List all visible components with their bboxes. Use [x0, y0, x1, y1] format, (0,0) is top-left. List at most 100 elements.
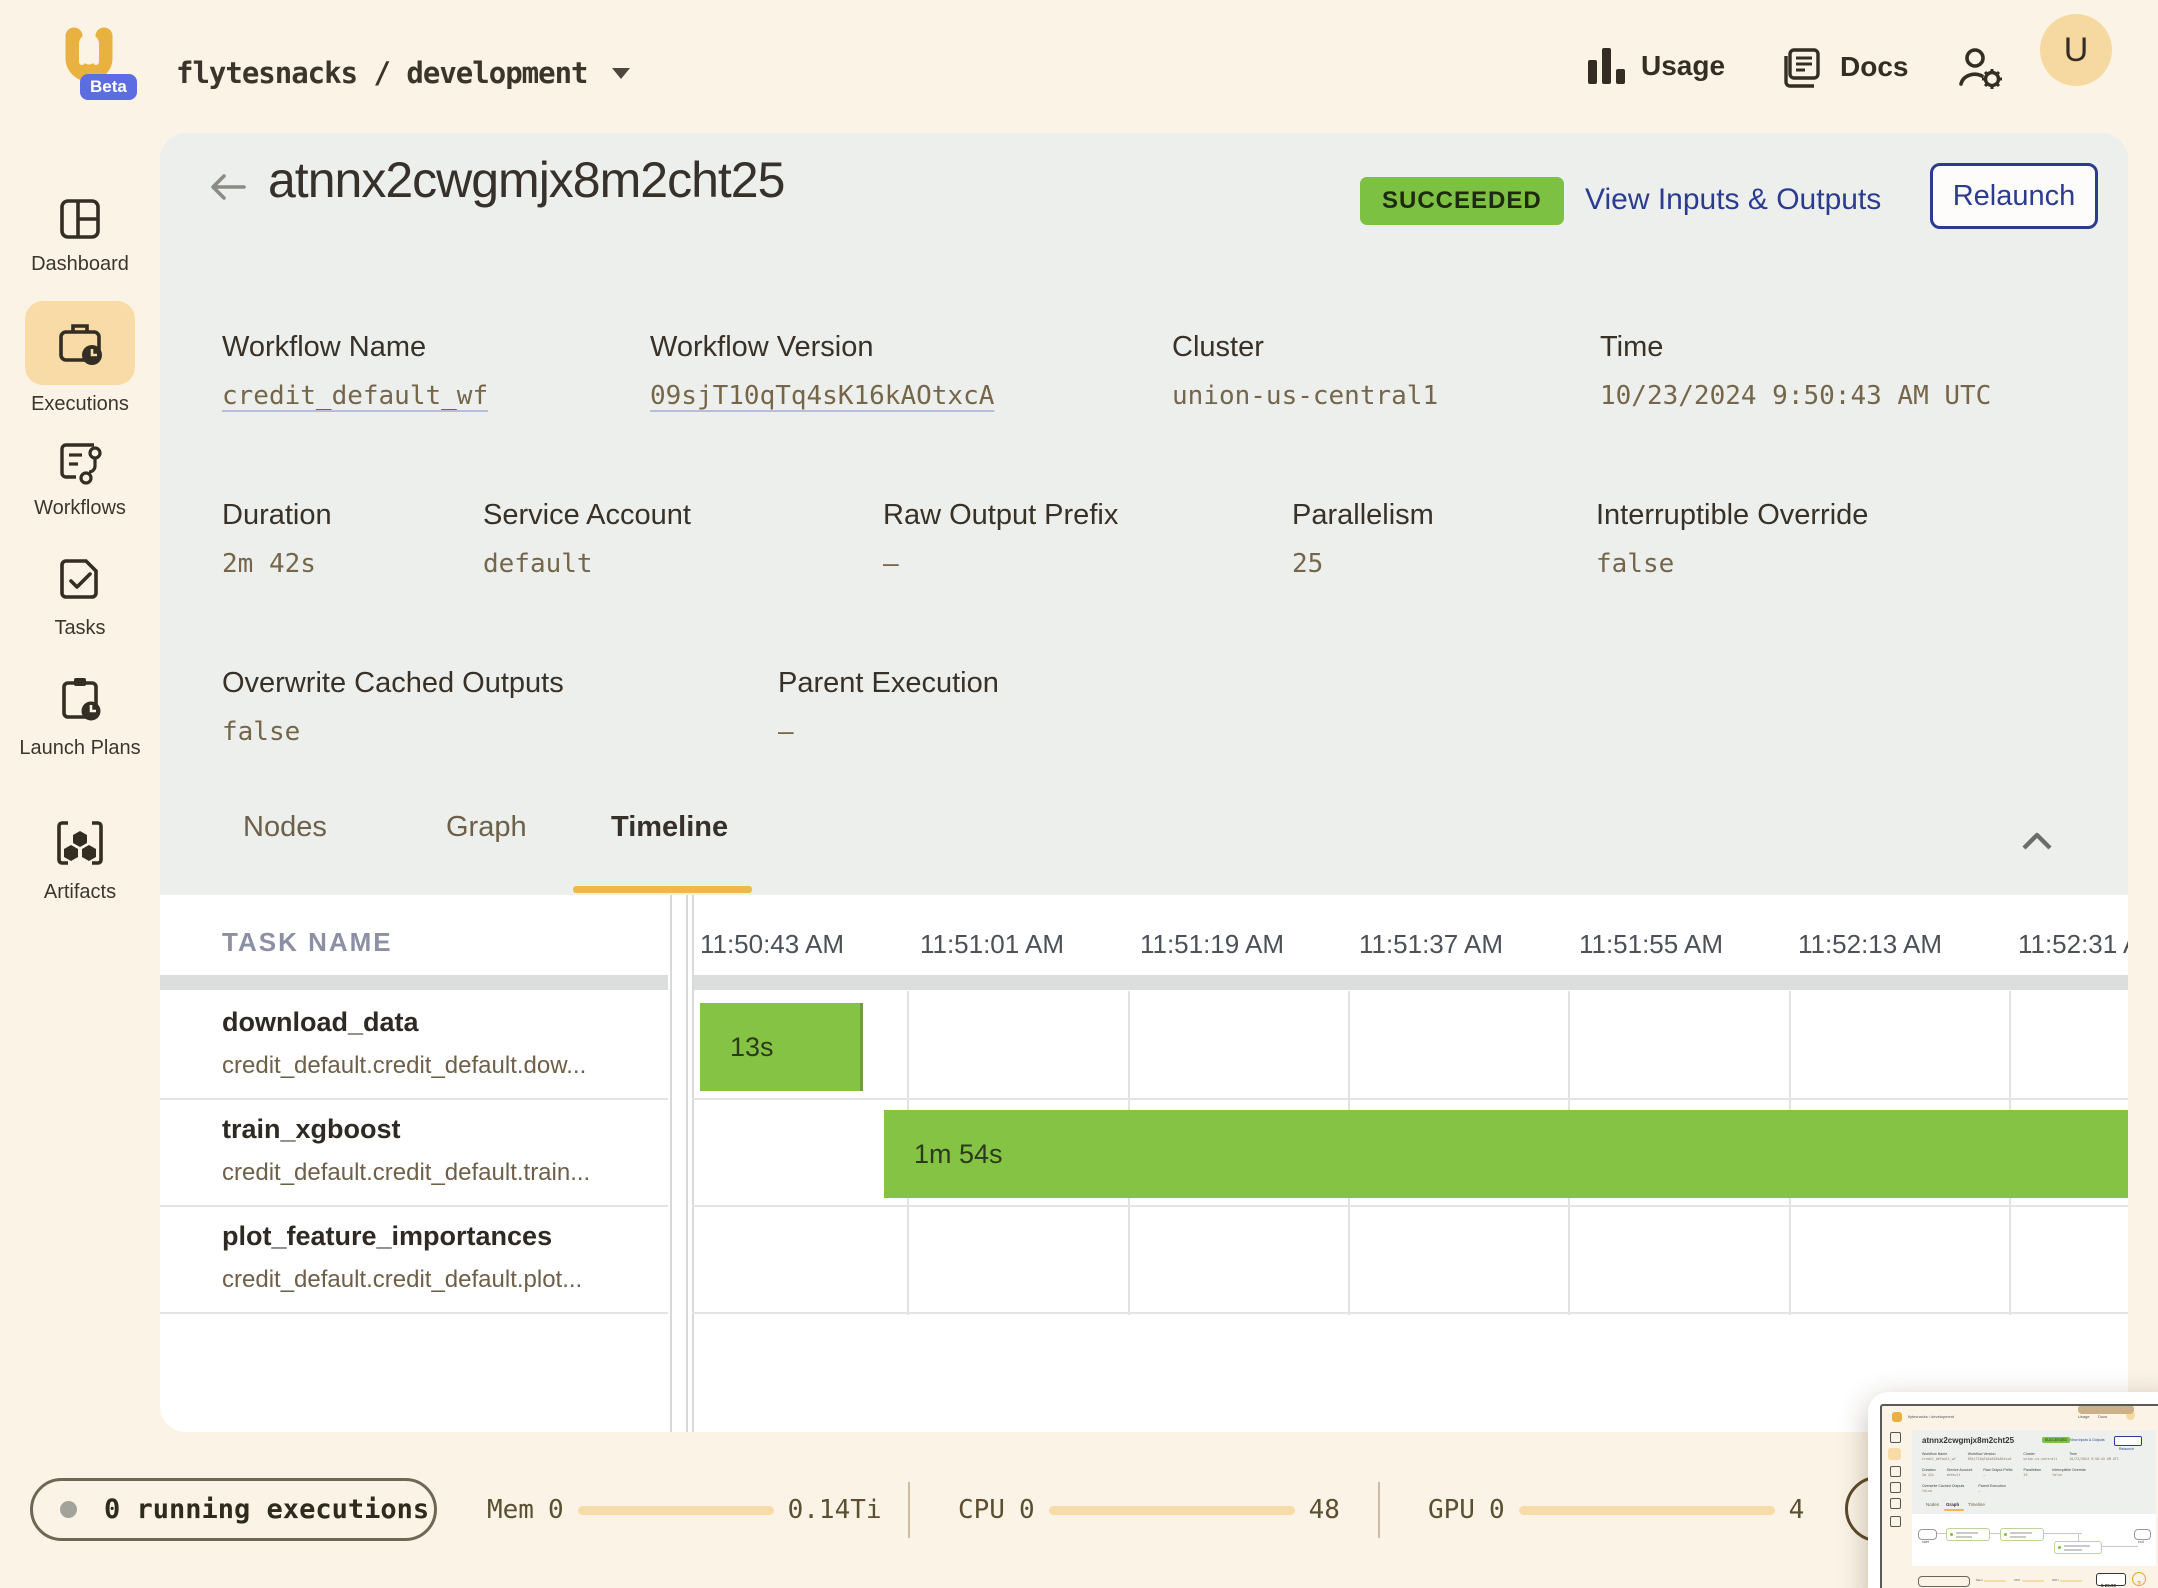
detail-parallelism: Parallelism25 [1292, 499, 1434, 579]
chart-left-border [692, 895, 694, 1432]
chevron-down-icon [612, 68, 630, 79]
gpu-max: 4 [1789, 1495, 1805, 1525]
mini-node-task1 [1946, 1528, 1990, 1541]
mini-mem-track [1984, 1580, 2006, 1582]
usage-label: Usage [1641, 50, 1725, 82]
workflows-flow-icon [54, 437, 106, 489]
execution-detail-panel: atnnx2cwgmjx8m2cht25 SUCCEEDED View Inpu… [160, 133, 2128, 1432]
mini-details-row2: Duration2m 42s Service Accountdefault Ra… [1922, 1468, 2086, 1477]
mini-mem: Mem [1976, 1578, 1983, 1582]
mini-gpu: GPU [2052, 1578, 2059, 1582]
sidebar-item-artifacts[interactable] [54, 817, 106, 874]
tab-timeline[interactable]: Timeline [611, 811, 728, 844]
sidebar-label-dashboard[interactable]: Dashboard [0, 251, 160, 277]
tab-nodes[interactable]: Nodes [243, 811, 327, 844]
time-tick-0: 11:50:43 AM [682, 929, 862, 960]
screenshot-preview-window[interactable]: flytesnacks / development Usage Docs atn… [1868, 1392, 2158, 1588]
gantt-bar-train-xgboost[interactable]: 1m 54s [884, 1110, 2128, 1198]
detail-service-account: Service Accountdefault [483, 499, 691, 579]
sidebar-label-artifacts[interactable]: Artifacts [0, 879, 160, 905]
task-row-plot-feature-importances[interactable]: plot_feature_importances credit_default.… [222, 1221, 582, 1294]
back-button[interactable] [208, 171, 248, 208]
docs-nav-button[interactable]: Docs [1778, 44, 1908, 90]
row-separator [692, 1098, 2128, 1100]
sidebar-item-dashboard[interactable] [54, 193, 106, 250]
breadcrumb-label: flytesnacks / development [176, 56, 588, 90]
detail-cluster: Clusterunion-us-central1 [1172, 331, 1438, 411]
gpu-current: 0 [1489, 1495, 1505, 1525]
mini-running-pill: 0 running executions [1918, 1576, 1970, 1587]
sidebar-item-workflows[interactable] [54, 437, 106, 494]
row-separator [160, 1312, 668, 1314]
avatar[interactable]: U [2040, 14, 2112, 86]
mini-sidebar-item [1890, 1466, 1901, 1477]
usage-nav-button[interactable]: Usage [1588, 48, 1725, 84]
mem-max: 0.14Ti [788, 1495, 882, 1525]
cpu-meter: CPU 0 48 [958, 1482, 1340, 1538]
workflow-name-link[interactable]: credit_default_wf [222, 381, 488, 411]
sidebar-item-executions-active[interactable] [25, 301, 135, 385]
mini-usage: Usage [2078, 1414, 2090, 1419]
launch-plans-clipboard-clock-icon [54, 673, 106, 725]
mini-sidebar-item [1890, 1482, 1901, 1493]
admin-users-button[interactable] [1956, 44, 2006, 99]
detail-duration: Duration2m 42s [222, 499, 332, 579]
right-pane-scroll-track[interactable] [692, 975, 2128, 990]
mini-node-start: start [1918, 1529, 1937, 1540]
mini-cpu: CPU [2014, 1578, 2020, 1582]
collapse-section-button[interactable] [2018, 829, 2056, 858]
running-executions-pill[interactable]: 0 running executions [30, 1478, 437, 1541]
sidebar-item-launch-plans[interactable] [54, 673, 106, 730]
sidebar-label-executions[interactable]: Executions [0, 391, 160, 417]
mini-docs: Docs [2098, 1414, 2107, 1419]
mini-tab-graph: Graph [1946, 1502, 1959, 1507]
sidebar-label-launch-plans[interactable]: Launch Plans [0, 735, 160, 761]
cpu-max: 48 [1309, 1495, 1340, 1525]
detail-overwrite-cached-outputs: Overwrite Cached Outputsfalse [222, 667, 564, 747]
arrow-left-icon [208, 171, 248, 203]
mini-sidebar-item [1890, 1432, 1901, 1443]
time-tick-5: 11:52:13 AM [1780, 929, 1960, 960]
cpu-label: CPU [958, 1495, 1005, 1525]
workflow-version-link[interactable]: 09sjT10qTq4sK16kAOtxcA [650, 381, 994, 411]
task-row-download-data[interactable]: download_data credit_default.credit_defa… [222, 1007, 586, 1080]
pane-splitter[interactable] [670, 895, 672, 1432]
statusbar-divider [1378, 1482, 1380, 1538]
mini-sidebar-item [1890, 1498, 1901, 1509]
bar-chart-icon [1588, 48, 1625, 84]
mini-tab-nodes: Nodes [1926, 1502, 1939, 1507]
time-tick-1: 11:51:01 AM [902, 929, 1082, 960]
memory-meter: Mem 0 0.14Ti [487, 1482, 882, 1538]
project-domain-breadcrumb[interactable]: flytesnacks / development [176, 56, 630, 90]
avatar-initial: U [2064, 31, 2089, 70]
mini-relaunch: Relaunch [2114, 1436, 2142, 1446]
mini-node-end: end [2134, 1529, 2151, 1540]
relaunch-button[interactable]: Relaunch [1930, 163, 2098, 229]
mem-track [578, 1506, 774, 1515]
docs-book-icon [1778, 44, 1824, 90]
mini-node-task3 [2054, 1541, 2102, 1554]
sidebar: Dashboard Executions Workflows [0, 133, 160, 1432]
active-tab-indicator [573, 886, 752, 893]
mini-tab-timeline: Timeline [1968, 1502, 1985, 1507]
row-separator [160, 1205, 668, 1207]
sidebar-label-tasks[interactable]: Tasks [0, 615, 160, 641]
task-row-train-xgboost[interactable]: train_xgboost credit_default.credit_defa… [222, 1114, 590, 1187]
mini-gpu-track [2060, 1580, 2082, 1582]
cpu-current: 0 [1019, 1495, 1035, 1525]
sidebar-label-workflows[interactable]: Workflows [0, 495, 160, 521]
detail-interruptible-override: Interruptible Overridefalse [1596, 499, 1868, 579]
mini-breadcrumb: flytesnacks / development [1908, 1414, 1954, 1419]
app-window: Beta flytesnacks / development Usage Doc… [0, 0, 2158, 1588]
gantt-bar-download-data[interactable]: 13s [700, 1003, 863, 1091]
left-pane-scroll-track[interactable] [160, 975, 668, 990]
mini-toast-pill [2078, 1405, 2134, 1414]
mini-view-io: View Inputs & Outputs [2070, 1438, 2105, 1442]
mini-title: atnnx2cwgmjx8m2cht25 [1922, 1436, 2014, 1445]
dashboard-grid-icon [54, 193, 106, 245]
mini-sidebar-item [1890, 1516, 1901, 1527]
view-inputs-outputs-link[interactable]: View Inputs & Outputs [1585, 183, 1881, 217]
tab-graph[interactable]: Graph [446, 811, 527, 844]
sidebar-item-tasks[interactable] [54, 553, 106, 610]
row-separator [692, 1312, 2128, 1314]
